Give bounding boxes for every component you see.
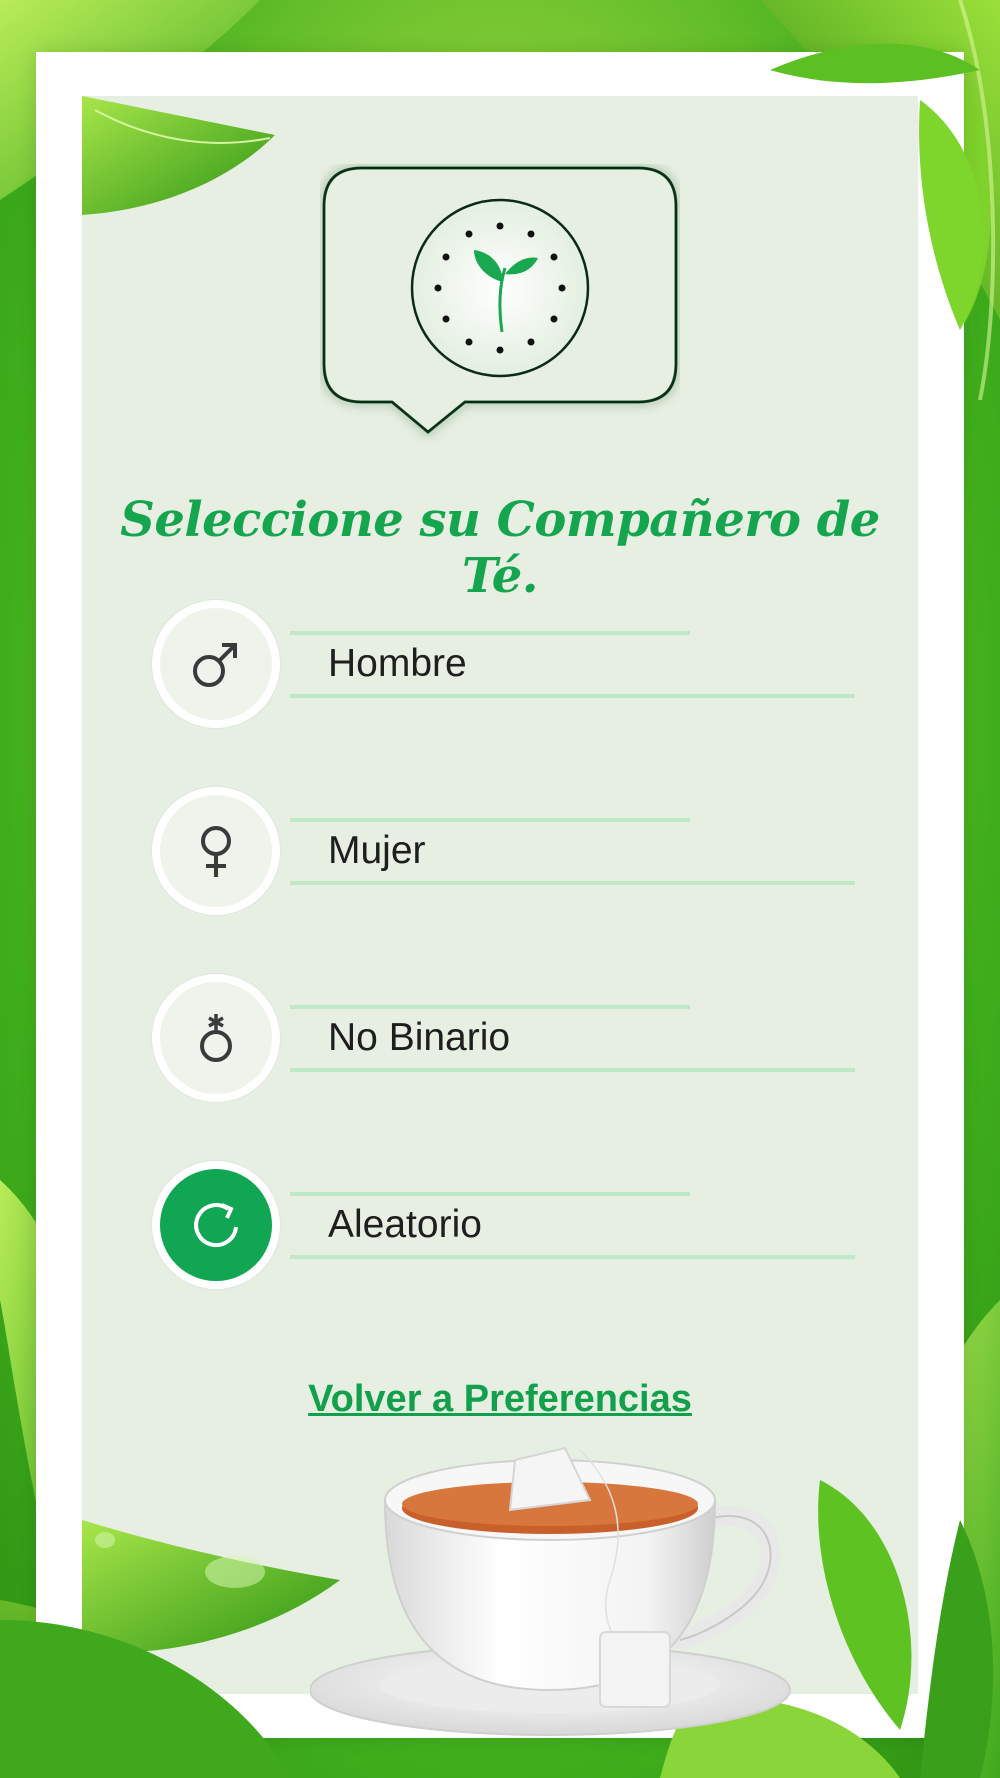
refresh-icon <box>194 1203 238 1248</box>
page-title: Seleccione su Compañero de Té. <box>120 492 880 604</box>
female-symbol-icon <box>201 826 231 877</box>
option-mujer[interactable]: Mujer <box>150 787 855 927</box>
option-aleatorio[interactable]: Aleatorio <box>150 1161 855 1301</box>
divider-bottom <box>290 694 855 698</box>
app-logo <box>322 166 678 434</box>
option-icon-circle <box>152 600 280 728</box>
option-hombre[interactable]: Hombre <box>150 600 855 740</box>
male-symbol-icon <box>193 643 237 687</box>
option-icon-circle <box>152 974 280 1102</box>
divider-top <box>290 631 690 635</box>
divider-top <box>290 1192 690 1196</box>
divider-bottom <box>290 1255 855 1259</box>
divider-bottom <box>290 881 855 885</box>
option-icon-circle <box>152 787 280 915</box>
option-label: Mujer <box>328 829 426 872</box>
divider-bottom <box>290 1068 855 1072</box>
option-label: No Binario <box>328 1016 511 1059</box>
option-label: Hombre <box>328 642 467 685</box>
tea-cup-image <box>310 1446 791 1736</box>
option-no-binario[interactable]: No Binario <box>150 974 855 1114</box>
option-label: Aleatorio <box>328 1203 482 1246</box>
divider-top <box>290 818 690 822</box>
nonbinary-symbol-icon <box>200 1014 232 1062</box>
option-icon-circle <box>152 1161 280 1289</box>
back-to-preferences-link[interactable]: Volver a Preferencias <box>300 1378 700 1421</box>
divider-top <box>290 1005 690 1009</box>
